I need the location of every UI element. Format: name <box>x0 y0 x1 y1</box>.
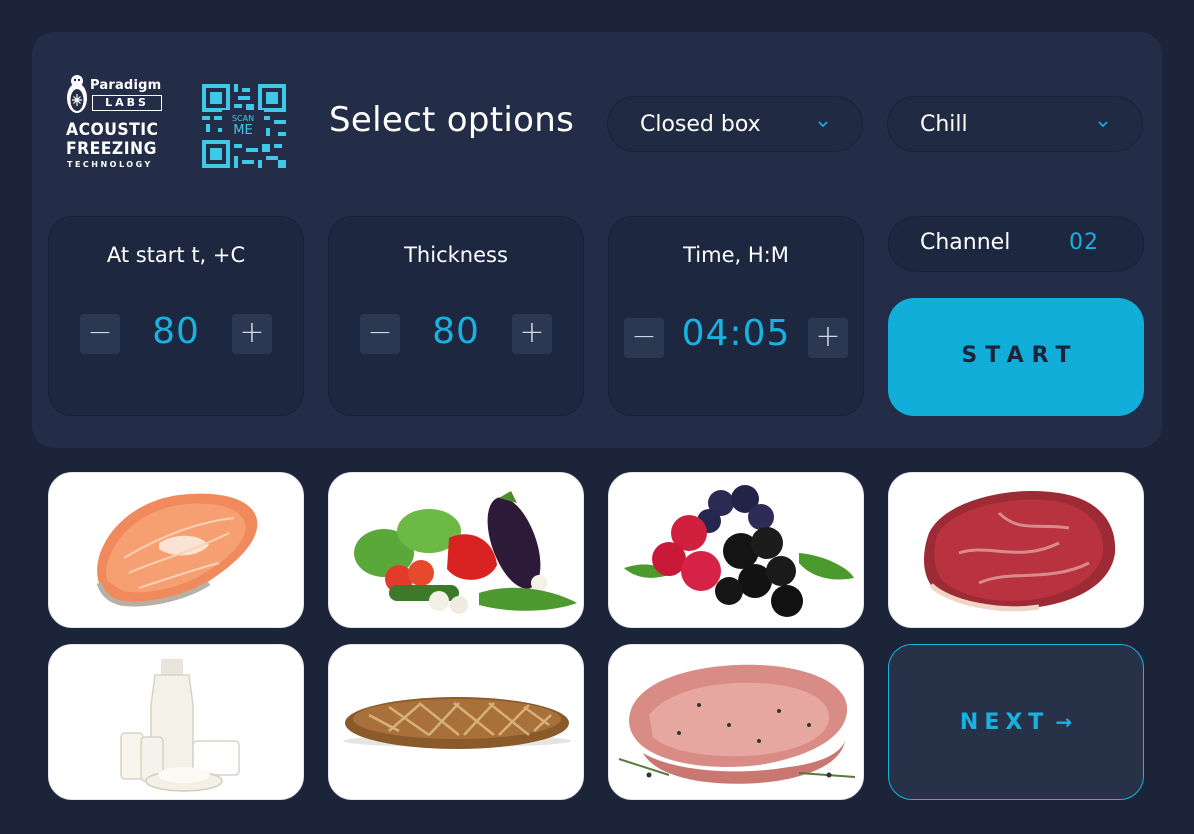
thickness-card: Thickness − 80 + <box>328 216 584 416</box>
product-tile-salmon[interactable] <box>48 472 304 628</box>
logo-brand: Paradigm <box>90 78 162 93</box>
product-tile-dairy[interactable] <box>48 644 304 800</box>
start-button[interactable]: START <box>888 298 1144 416</box>
mode-dropdown[interactable]: Chill <box>887 96 1143 152</box>
time-card: Time, H:M − 04:05 + <box>608 216 864 416</box>
qr-me-text: ME <box>233 123 253 138</box>
pork-image <box>618 664 856 784</box>
logo-line-2: FREEZING <box>66 139 157 159</box>
berries-image <box>624 485 854 617</box>
vegetables-image <box>354 491 577 614</box>
chevron-down-icon <box>1098 121 1108 128</box>
bread-image <box>343 697 571 749</box>
paradigm-labs-logo: Paradigm LABS ACOUSTIC FREEZING TECHNOLO… <box>66 74 168 170</box>
channel-value: 02 <box>1069 230 1099 255</box>
logo-labs: LABS <box>92 95 162 111</box>
next-button-label: NEXT <box>959 709 1050 735</box>
product-tile-vegetables[interactable] <box>328 472 584 628</box>
chevron-down-icon <box>818 121 828 128</box>
beef-image <box>924 490 1116 612</box>
logo-line-3: TECHNOLOGY <box>67 160 153 169</box>
thickness-increment-button[interactable]: + <box>512 314 552 354</box>
logo-line-1: ACOUSTIC <box>66 120 159 140</box>
qr-scan-text: SCAN <box>231 114 255 123</box>
arrow-right-icon: → <box>1055 710 1073 734</box>
salmon-steak-image <box>96 493 258 607</box>
mode-dropdown-value: Chill <box>920 111 968 137</box>
product-tile-pork[interactable] <box>608 644 864 800</box>
time-label: Time, H:M <box>683 243 789 267</box>
channel-label: Channel <box>920 230 1011 255</box>
product-tile-bread[interactable] <box>328 644 584 800</box>
packaging-dropdown-value: Closed box <box>640 111 761 137</box>
start-temperature-increment-button[interactable]: + <box>232 314 272 354</box>
start-temperature-card: At start t, +C − 80 + <box>48 216 304 416</box>
next-button[interactable]: NEXT → <box>888 644 1144 800</box>
qr-scan-label: SCAN ME <box>222 110 264 140</box>
page-title: Select options <box>329 100 575 140</box>
time-increment-button[interactable]: + <box>808 318 848 358</box>
penguin-icon <box>67 75 87 113</box>
product-tile-berries[interactable] <box>608 472 864 628</box>
dairy-image <box>120 659 240 792</box>
channel-selector[interactable]: Channel 02 <box>888 216 1144 272</box>
thickness-label: Thickness <box>404 243 508 267</box>
start-temperature-label: At start t, +C <box>106 243 246 267</box>
product-tile-beef[interactable] <box>888 472 1144 628</box>
packaging-dropdown[interactable]: Closed box <box>607 96 863 152</box>
